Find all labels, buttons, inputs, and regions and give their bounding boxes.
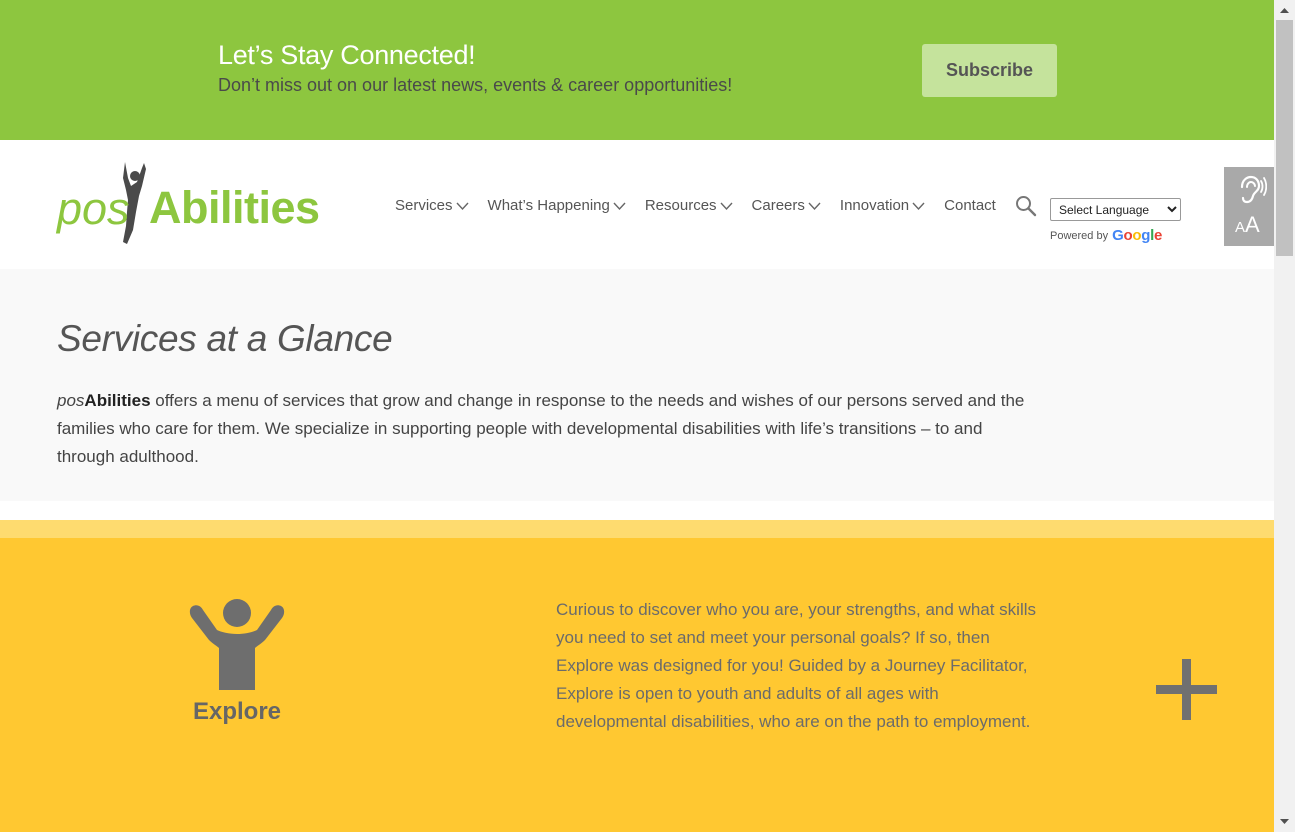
powered-by-google: Powered by Google [1050, 227, 1162, 244]
explore-label: Explore [193, 698, 282, 725]
person-arms-raised-icon [189, 599, 285, 690]
banner-title: Let’s Stay Connected! [218, 40, 476, 70]
nav-item-resources[interactable]: Resources [645, 197, 733, 214]
services-intro-section: Services at a Glance posAbilities offers… [0, 269, 1274, 501]
chevron-down-icon [720, 202, 733, 210]
scroll-down-arrow-icon[interactable] [1274, 813, 1295, 830]
chevron-down-icon [912, 202, 925, 210]
google-logo: Google [1112, 227, 1163, 244]
powered-by-label: Powered by [1050, 229, 1109, 242]
explore-description: Curious to discover who you are, your st… [556, 600, 1037, 731]
hearing-icon [1240, 175, 1267, 204]
banner-subtitle: Don’t miss out on our latest news, event… [218, 75, 733, 95]
scroll-up-arrow-icon[interactable] [1274, 2, 1295, 19]
site-logo[interactable]: pos Abilities [57, 160, 327, 250]
plus-icon[interactable] [1156, 659, 1217, 720]
nav-item-innovation[interactable]: Innovation [840, 197, 925, 214]
main-nav: Services What’s Happening Resources Care… [395, 197, 1004, 214]
explore-service-panel: Explore Curious to discover who you are,… [0, 538, 1274, 832]
nav-item-label: What’s Happening [487, 197, 610, 214]
page-title: Services at a Glance [57, 318, 393, 359]
nav-item-label: Careers [751, 197, 805, 214]
section-divider-stripe [0, 520, 1274, 538]
nav-item-services[interactable]: Services [395, 197, 469, 214]
text-size-large: A [1245, 212, 1260, 237]
language-select[interactable]: Select Language [1050, 198, 1181, 221]
search-icon[interactable] [1015, 195, 1037, 217]
text-size-small: A [1235, 219, 1246, 236]
scrollbar-thumb[interactable] [1276, 20, 1293, 256]
logo-text-pos: pos [57, 183, 130, 234]
chevron-down-icon [456, 202, 469, 210]
chevron-down-icon [808, 202, 821, 210]
accessibility-button[interactable]: AA [1224, 167, 1274, 246]
intro-text: offers a menu of services that grow and … [57, 391, 1025, 466]
nav-item-label: Contact [944, 197, 996, 214]
text-size-icon: AA [1235, 212, 1260, 238]
vertical-scrollbar[interactable] [1274, 0, 1295, 832]
nav-item-contact[interactable]: Contact [944, 197, 996, 214]
page: Let’s Stay Connected! Don’t miss out on … [0, 0, 1274, 832]
logo-text-abilities: Abilities [149, 182, 320, 233]
brand-abilities: Abilities [84, 391, 151, 410]
chevron-down-icon [613, 202, 626, 210]
nav-item-careers[interactable]: Careers [752, 197, 821, 214]
nav-item-whats-happening[interactable]: What’s Happening [488, 197, 626, 214]
nav-item-label: Innovation [839, 197, 910, 214]
site-header: pos Abilities Services What’s Happening … [0, 140, 1274, 269]
newsletter-banner: Let’s Stay Connected! Don’t miss out on … [0, 0, 1274, 140]
brand-pos: pos [57, 391, 85, 410]
subscribe-button[interactable]: Subscribe [922, 44, 1057, 97]
intro-paragraph: posAbilities offers a menu of services t… [57, 387, 1037, 471]
nav-item-label: Services [395, 197, 453, 214]
nav-item-label: Resources [644, 197, 717, 214]
